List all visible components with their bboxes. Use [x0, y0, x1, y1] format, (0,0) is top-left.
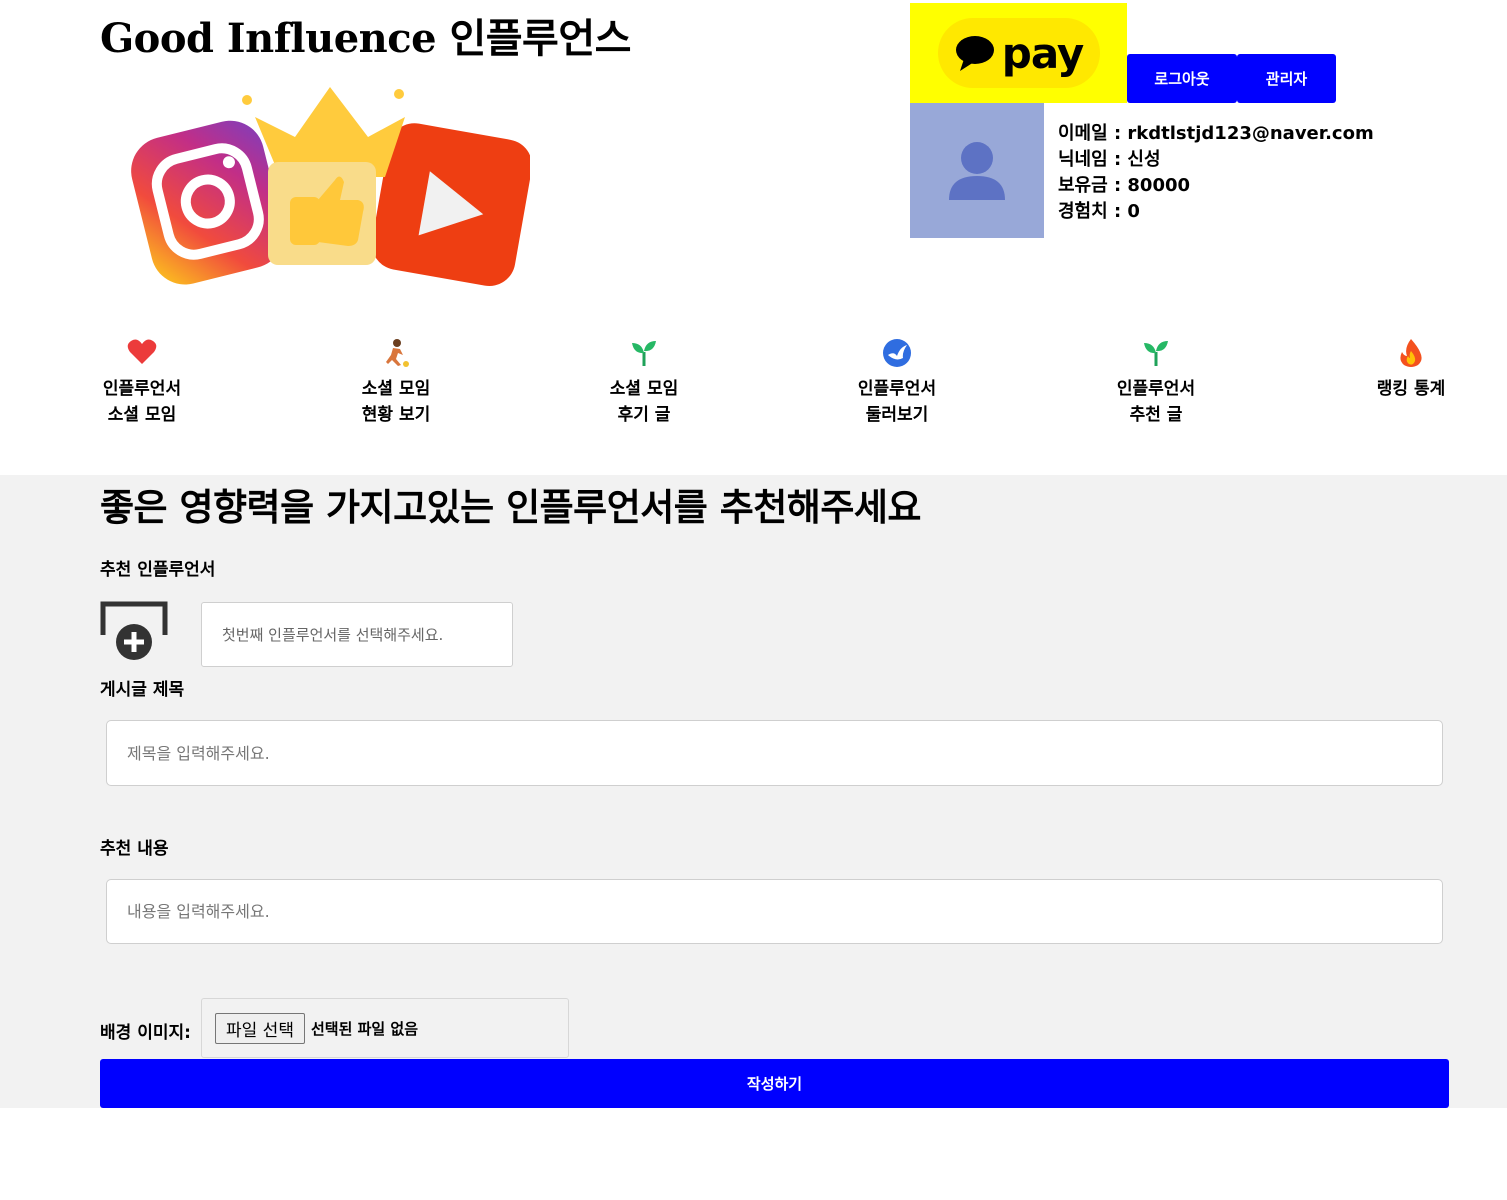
- nav-label-line1: 인플루언서: [857, 379, 937, 399]
- nav-label-line2: 현황 보기: [361, 405, 431, 425]
- main-nav: 인플루언서 소셜 모임 소셜 모임 현황 보기 소셜 모임 후기 글 인플루언서…: [0, 338, 1507, 458]
- nav-social-status[interactable]: 소셜 모임 현황 보기: [316, 338, 476, 428]
- user-balance: 보유금 : 80000: [1058, 175, 1191, 196]
- background-image-field: 파일 선택 선택된 파일 없음: [201, 998, 569, 1058]
- user-experience: 경험치 : 0: [1058, 201, 1140, 222]
- kakaopay-label: pay: [1001, 28, 1084, 78]
- user-silhouette-icon: [949, 141, 1005, 200]
- logout-button[interactable]: 로그아웃: [1127, 54, 1237, 103]
- influencer-select[interactable]: 첫번째 인플루언서를 선택해주세요.: [201, 602, 513, 667]
- submit-button[interactable]: 작성하기: [100, 1059, 1449, 1108]
- sprout-icon: [564, 338, 724, 374]
- background-image-label: 배경 이미지:: [100, 1023, 191, 1043]
- user-email: 이메일 : rkdtlstjd123@naver.com: [1058, 123, 1374, 144]
- speech-bubble-icon: [955, 36, 994, 71]
- avatar[interactable]: [910, 103, 1044, 238]
- nav-label-line1: 인플루언서: [1116, 379, 1196, 399]
- bird-icon: [817, 338, 977, 374]
- content-label: 추천 내용: [100, 839, 169, 859]
- heart-icon: [62, 338, 222, 374]
- nav-label-line1: 랭킹 통계: [1376, 379, 1446, 399]
- nav-influencer-recommend[interactable]: 인플루언서 추천 글: [1076, 338, 1236, 428]
- post-title-label: 게시글 제목: [100, 680, 185, 700]
- user-info: 이메일 : rkdtlstjd123@naver.com 닉네임 : 신성 보유…: [1058, 121, 1374, 225]
- site-logo: [131, 87, 530, 286]
- nav-influencer-browse[interactable]: 인플루언서 둘러보기: [817, 338, 977, 428]
- nav-label-line1: 소셜 모임: [609, 379, 679, 399]
- recommend-form: 좋은 영향력을 가지고있는 인플루언서를 추천해주세요 추천 인플루언서 첫번째…: [0, 475, 1507, 1108]
- file-select-button[interactable]: 파일 선택: [215, 1012, 305, 1044]
- nav-label-line2: 후기 글: [617, 405, 671, 425]
- post-title-input[interactable]: [106, 720, 1443, 786]
- page-title: 좋은 영향력을 가지고있는 인플루언서를 추천해주세요: [100, 486, 921, 529]
- influencer-label: 추천 인플루언서: [100, 560, 216, 580]
- content-input[interactable]: [106, 879, 1443, 944]
- add-influencer-icon[interactable]: [100, 601, 168, 661]
- site-title: Good Influence 인플루언스: [100, 15, 631, 62]
- user-nickname: 닉네임 : 신성: [1058, 149, 1161, 170]
- nav-social-review[interactable]: 소셜 모임 후기 글: [564, 338, 724, 428]
- nav-label-line1: 소셜 모임: [361, 379, 431, 399]
- kakaopay-button[interactable]: pay: [910, 3, 1127, 103]
- kakaopay-pill: pay: [937, 18, 1100, 88]
- fire-icon: [1331, 338, 1491, 374]
- nav-label-line2: 둘러보기: [865, 405, 929, 425]
- nav-ranking-stats[interactable]: 랭킹 통계: [1331, 338, 1491, 402]
- file-status-text: 선택된 파일 없음: [310, 1019, 419, 1038]
- nav-label-line1: 인플루언서: [102, 379, 182, 399]
- nav-influencer-social[interactable]: 인플루언서 소셜 모임: [62, 338, 222, 428]
- runner-icon: [316, 338, 476, 374]
- nav-label-line2: 추천 글: [1129, 405, 1183, 425]
- nav-label-line2: 소셜 모임: [107, 405, 177, 425]
- admin-button[interactable]: 관리자: [1237, 54, 1336, 103]
- sprout-icon: [1076, 338, 1236, 374]
